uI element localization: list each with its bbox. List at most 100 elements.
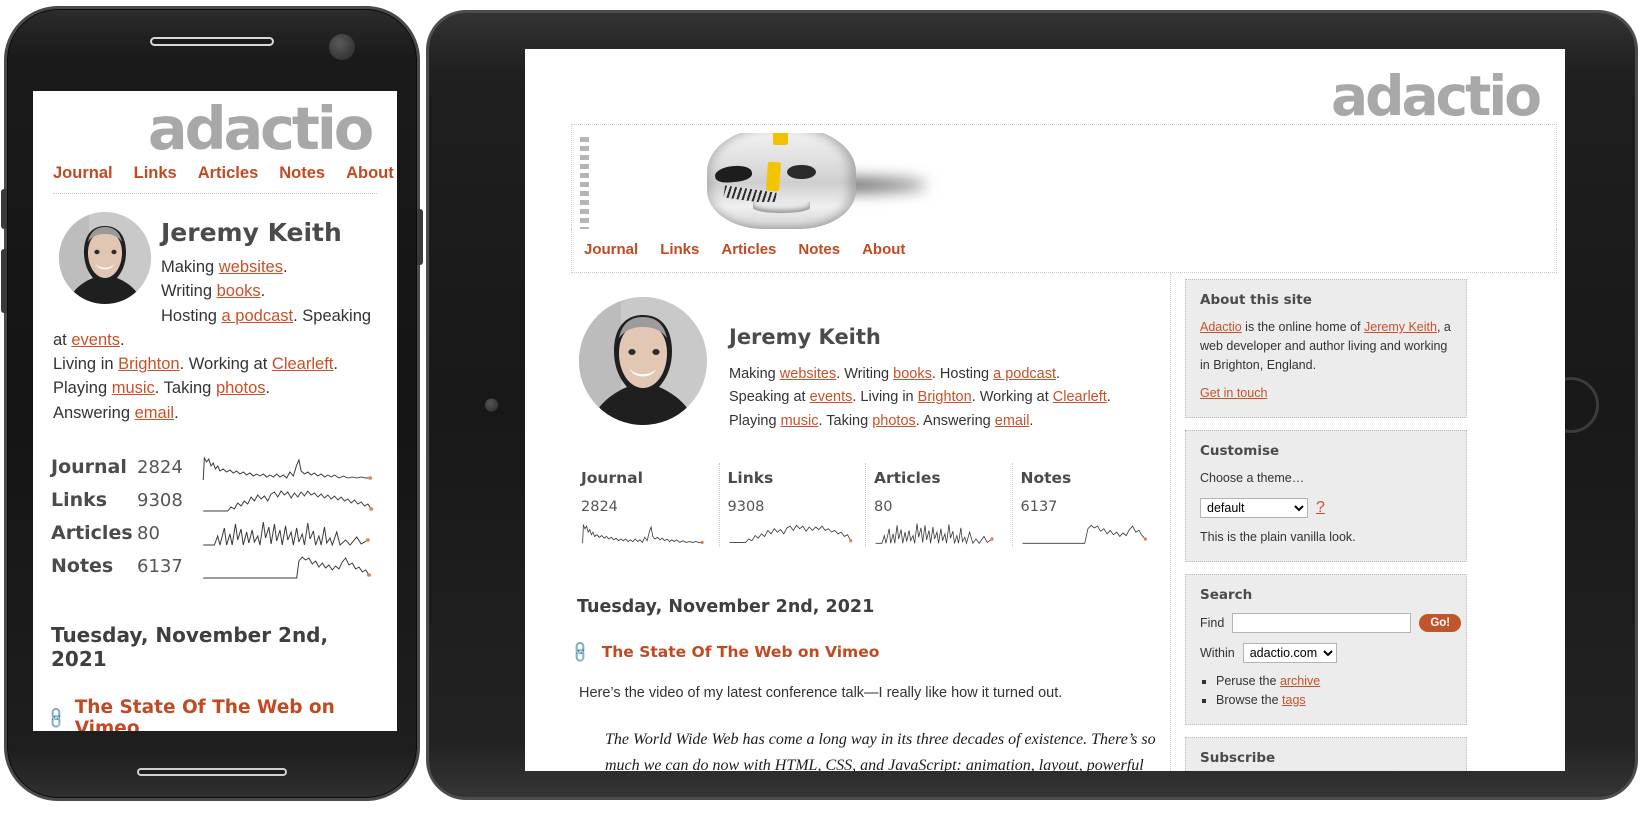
stat-count: 9308 [727, 499, 765, 516]
nav-item-articles[interactable]: Articles [721, 241, 776, 258]
sparkline-journal [581, 515, 709, 545]
search-within-select[interactable]: adactio.com [1242, 642, 1337, 663]
sparkline-notes [1021, 515, 1149, 545]
post-date: Tuesday, November 2nd, 2021 [577, 597, 875, 618]
nav-item-about[interactable]: About [862, 241, 905, 258]
stat-column-journal[interactable]: Journal 2824 [577, 463, 719, 547]
search-extra-links: Peruse the archive Browse the tags [1216, 672, 1452, 711]
list-item: Peruse the archive [1216, 672, 1452, 691]
phone-mute-button[interactable] [1, 189, 7, 229]
bio-link-photos[interactable]: photos [872, 413, 916, 429]
nav-item-notes[interactable]: Notes [279, 164, 325, 182]
bio-link-email[interactable]: email [135, 404, 174, 422]
module-title: Customise [1200, 443, 1280, 459]
bio-line6-pre: Answering [53, 403, 135, 422]
bio-link-clearleft[interactable]: Clearleft [272, 355, 333, 373]
stat-row-links[interactable]: Links 9308 [51, 484, 379, 517]
bio-link-websites[interactable]: websites [780, 366, 836, 382]
bio-link-podcast[interactable]: a podcast [222, 307, 294, 325]
stat-column-links[interactable]: Links 9308 [718, 463, 866, 548]
tbio-l1-m1: . Writing [836, 366, 894, 382]
stat-row-notes[interactable]: Notes 6137 [51, 550, 379, 583]
post-date: Tuesday, November 2nd, 2021 [51, 622, 329, 671]
site-logo[interactable]: adactio [525, 49, 1565, 124]
stat-label: Journal [581, 469, 643, 488]
tablet-bio-text: Making websites. Writing books. Hosting … [729, 363, 1111, 433]
phone-volume-button[interactable] [1, 249, 7, 313]
module-title: Subscribe [1200, 750, 1276, 767]
tablet-device: adactio Journal Links Articles Notes Abo… [426, 10, 1638, 800]
bio-link-brighton[interactable]: Brighton [118, 355, 179, 373]
bio-line5-post: . [265, 379, 271, 398]
about-link-jeremy-keith[interactable]: Jeremy Keith [1364, 320, 1437, 334]
theme-help-link[interactable]: ? [1316, 499, 1325, 517]
nav-item-journal[interactable]: Journal [53, 164, 113, 182]
stat-column-notes[interactable]: Notes 6137 [1011, 463, 1159, 548]
stat-label: Articles [51, 522, 133, 545]
tablet-screen: adactio Journal Links Articles Notes Abo… [525, 49, 1565, 771]
about-text-1: is the online home of [1241, 320, 1364, 334]
phone-bio-block: Jeremy Keith Making websites. Writing bo… [47, 206, 383, 425]
phone-home-indicator[interactable] [137, 768, 287, 776]
bio-link-websites[interactable]: websites [219, 258, 283, 276]
link-icon: 🔗 [43, 704, 70, 731]
bio-link-photos[interactable]: photos [216, 379, 266, 397]
tablet-front-camera-icon [485, 398, 498, 412]
search-go-button[interactable]: Go! [1419, 613, 1462, 632]
stat-row-journal[interactable]: Journal 2824 [51, 451, 379, 484]
nav-item-links[interactable]: Links [660, 241, 699, 258]
profile-name: Jeremy Keith [729, 325, 881, 349]
bio-link-events[interactable]: events [71, 331, 120, 349]
stat-label: Links [727, 469, 774, 488]
about-link-adactio[interactable]: Adactio [1200, 320, 1242, 334]
theme-select[interactable]: default [1200, 497, 1308, 518]
tablet-bio-block: Jeremy Keith Making websites. Writing bo… [571, 273, 1164, 433]
list-item: Browse the tags [1216, 691, 1452, 710]
tablet-bio-text-wrap: Jeremy Keith Making websites. Writing bo… [729, 297, 1111, 433]
site-logo[interactable]: adactio [47, 91, 383, 160]
bio-link-email[interactable]: email [995, 413, 1030, 429]
bio-link-clearleft[interactable]: Clearleft [1053, 389, 1107, 405]
bio-line1-pre: Making [161, 258, 219, 276]
tablet-post-heading[interactable]: 🔗 The State Of The Web on Vimeo [567, 617, 1164, 665]
bio-line1-post: . [282, 258, 288, 276]
tablet-stats-row: Journal 2824 Links 9308 Articles 80 Note… [577, 463, 1159, 548]
stat-label: Articles [874, 469, 941, 488]
bio-link-podcast[interactable]: a podcast [993, 366, 1056, 382]
get-in-touch-link[interactable]: Get in touch [1200, 386, 1267, 400]
stat-count: 6137 [137, 555, 183, 577]
stat-count: 9308 [137, 489, 183, 511]
bio-link-books[interactable]: books [893, 366, 932, 382]
about-paragraph: Adactio is the online home of Jeremy Kei… [1200, 318, 1452, 374]
post-blockquote: The World Wide Web has come a long way i… [571, 701, 1164, 771]
nav-item-articles[interactable]: Articles [198, 164, 259, 182]
nav-item-notes[interactable]: Notes [798, 241, 840, 258]
module-customise: Customise Choose a theme… default ? This… [1185, 430, 1467, 562]
search-input[interactable] [1232, 612, 1412, 633]
tags-link[interactable]: tags [1282, 693, 1306, 707]
stat-count: 6137 [1020, 499, 1058, 516]
tbio-l2-end: . [1106, 389, 1111, 406]
phone-power-button[interactable] [417, 209, 423, 265]
phone-stats-list: Journal 2824 Links 9308 Articles 80 Note… [47, 425, 383, 583]
main-content-column: Jeremy Keith Making websites. Writing bo… [567, 273, 1171, 771]
bio-link-music[interactable]: music [781, 413, 819, 429]
nav-item-about[interactable]: About [346, 164, 394, 182]
bio-link-books[interactable]: books [217, 282, 261, 300]
bio-link-music[interactable]: music [112, 379, 155, 397]
stat-count: 80 [137, 522, 160, 544]
module-title: About this site [1200, 292, 1312, 308]
nav-item-journal[interactable]: Journal [584, 241, 638, 258]
phone-screen: adactio Journal Links Articles Notes About [33, 91, 397, 731]
stat-row-articles[interactable]: Articles 80 [51, 517, 379, 550]
bio-link-events[interactable]: events [810, 389, 853, 405]
nav-item-links[interactable]: Links [134, 164, 177, 182]
post-title-link[interactable]: The State Of The Web on Vimeo [75, 697, 379, 731]
phone-post-heading[interactable]: 🔗 The State Of The Web on Vimeo [43, 671, 383, 731]
bio-line5-pre: Playing [53, 379, 112, 398]
stat-column-articles[interactable]: Articles 80 [865, 463, 1012, 548]
post-title-link[interactable]: The State Of The Web on Vimeo [602, 643, 880, 661]
bio-link-brighton[interactable]: Brighton [918, 389, 972, 405]
tbio-l3-pre: Playing [729, 412, 781, 429]
archive-link[interactable]: archive [1280, 674, 1320, 688]
